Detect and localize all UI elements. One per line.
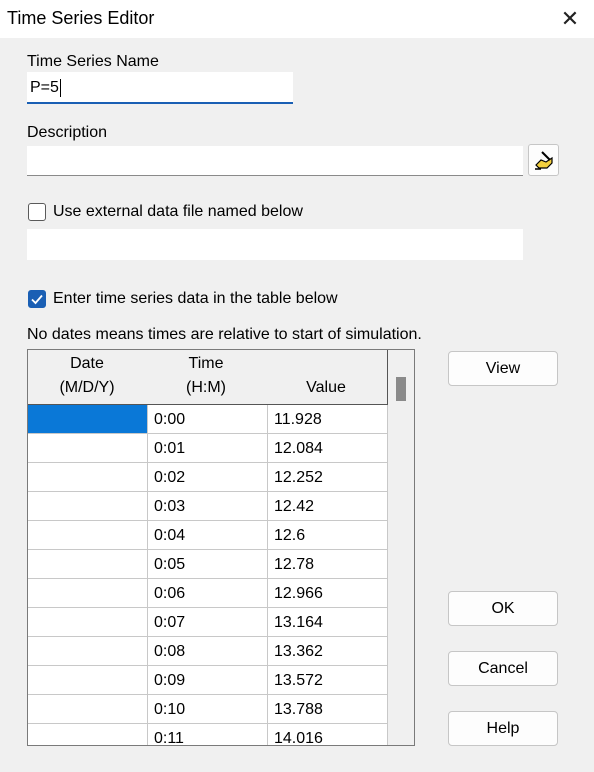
time-header-line1: Time (188, 355, 224, 372)
close-button[interactable]: ✕ (546, 0, 594, 38)
time-cell[interactable]: 0:08 (148, 637, 268, 666)
date-cell[interactable] (28, 492, 148, 521)
table-data-label: Enter time series data in the table belo… (53, 290, 338, 307)
date-header-line1: Date (70, 355, 104, 372)
table-row: 0:09 13.572 (28, 666, 388, 695)
value-cell[interactable]: 12.966 (268, 579, 388, 608)
name-label: Time Series Name (27, 53, 159, 70)
external-file-input[interactable] (27, 229, 523, 260)
date-cell[interactable] (28, 724, 148, 745)
name-input[interactable]: P=5 (27, 72, 293, 104)
date-cell[interactable] (28, 608, 148, 637)
table-row: 0:10 13.788 (28, 695, 388, 724)
time-cell[interactable]: 0:11 (148, 724, 268, 745)
value-cell[interactable]: 14.016 (268, 724, 388, 745)
external-file-checkbox[interactable] (28, 203, 46, 221)
time-column-header[interactable]: Time (H:M) (146, 352, 266, 400)
value-cell[interactable]: 12.42 (268, 492, 388, 521)
date-cell[interactable] (28, 666, 148, 695)
value-cell[interactable]: 13.362 (268, 637, 388, 666)
value-cell[interactable]: 13.164 (268, 608, 388, 637)
cancel-button[interactable]: Cancel (448, 651, 558, 686)
time-cell[interactable]: 0:02 (148, 463, 268, 492)
table-row: 0:08 13.362 (28, 637, 388, 666)
date-cell[interactable] (28, 579, 148, 608)
relative-times-note: No dates means times are relative to sta… (27, 326, 422, 343)
date-header-line2: (M/D/Y) (59, 379, 115, 396)
value-cell[interactable]: 12.084 (268, 434, 388, 463)
value-cell[interactable]: 11.928 (268, 405, 388, 434)
table-header: Date (M/D/Y) Time (H:M) Value (28, 350, 388, 405)
time-cell[interactable]: 0:09 (148, 666, 268, 695)
value-cell[interactable]: 12.252 (268, 463, 388, 492)
value-cell[interactable]: 13.788 (268, 695, 388, 724)
value-cell[interactable]: 13.572 (268, 666, 388, 695)
table-row: 0:04 12.6 (28, 521, 388, 550)
view-button[interactable]: View (448, 351, 558, 386)
ok-button[interactable]: OK (448, 591, 558, 626)
table-row: 0:03 12.42 (28, 492, 388, 521)
checkmark-icon (31, 294, 43, 305)
time-header-line2: (H:M) (186, 379, 226, 396)
title-bar: Time Series Editor ✕ (0, 0, 594, 38)
help-button[interactable]: Help (448, 711, 558, 746)
date-cell[interactable] (28, 405, 148, 434)
table-row: 0:05 12.78 (28, 550, 388, 579)
hand-pencil-icon (534, 151, 553, 170)
time-cell[interactable]: 0:01 (148, 434, 268, 463)
value-header: Value (306, 379, 346, 396)
date-cell[interactable] (28, 463, 148, 492)
table-body: 0:00 11.928 0:01 12.084 0:02 12.252 0:03 12.42 0… (28, 405, 388, 745)
text-caret (59, 78, 61, 97)
time-cell[interactable]: 0:05 (148, 550, 268, 579)
value-column-header[interactable]: Value (266, 376, 386, 400)
time-cell[interactable]: 0:03 (148, 492, 268, 521)
description-editor-button[interactable] (528, 144, 559, 176)
value-cell[interactable]: 12.6 (268, 521, 388, 550)
date-cell[interactable] (28, 521, 148, 550)
time-cell[interactable]: 0:00 (148, 405, 268, 434)
date-column-header[interactable]: Date (M/D/Y) (28, 352, 146, 400)
table-data-checkbox[interactable] (28, 290, 46, 308)
date-cell[interactable] (28, 434, 148, 463)
table-row: 0:02 12.252 (28, 463, 388, 492)
external-file-label: Use external data file named below (53, 203, 303, 220)
description-label: Description (27, 124, 108, 141)
date-cell[interactable] (28, 695, 148, 724)
date-cell[interactable] (28, 637, 148, 666)
time-cell[interactable]: 0:07 (148, 608, 268, 637)
table-scrollbar[interactable] (388, 350, 414, 745)
table-row: 0:01 12.084 (28, 434, 388, 463)
table-row: 0:00 11.928 (28, 405, 388, 434)
name-input-value: P=5 (30, 79, 59, 96)
description-input[interactable] (27, 146, 523, 176)
value-cell[interactable]: 12.78 (268, 550, 388, 579)
table-row: 0:11 14.016 (28, 724, 388, 745)
window-title: Time Series Editor (7, 8, 155, 28)
time-cell[interactable]: 0:04 (148, 521, 268, 550)
table-row: 0:06 12.966 (28, 579, 388, 608)
scrollbar-thumb[interactable] (396, 377, 406, 401)
close-icon: ✕ (560, 6, 580, 31)
time-cell[interactable]: 0:06 (148, 579, 268, 608)
time-cell[interactable]: 0:10 (148, 695, 268, 724)
date-cell[interactable] (28, 550, 148, 579)
table-row: 0:07 13.164 (28, 608, 388, 637)
time-series-table[interactable]: Date (M/D/Y) Time (H:M) Value 0:00 11.928… (27, 349, 415, 746)
